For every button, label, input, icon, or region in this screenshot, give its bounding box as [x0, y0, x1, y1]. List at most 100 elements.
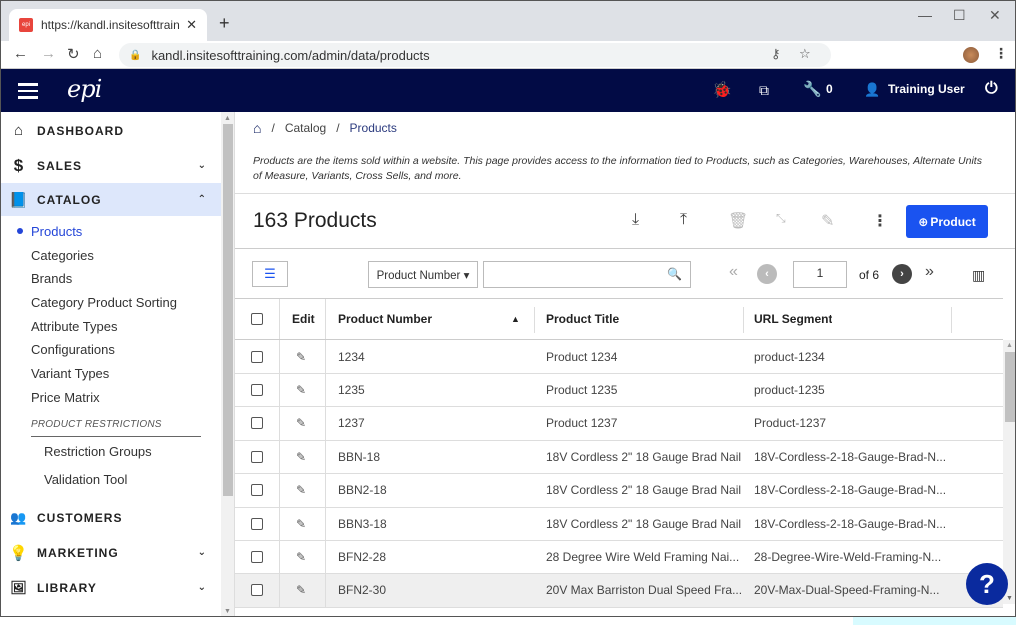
scrollbar-thumb[interactable] [223, 124, 233, 496]
sidebar-item-marketing[interactable]: 💡 MARKETING ⌄ [1, 536, 221, 569]
forward-icon[interactable]: → [41, 45, 56, 62]
sidebar-subitem-brands[interactable]: Brands [31, 271, 72, 286]
sidebar-subitem-configurations[interactable]: Configurations [31, 342, 115, 357]
scroll-up-icon[interactable]: ▲ [1006, 342, 1013, 349]
row-checkbox[interactable] [251, 417, 263, 430]
edit-pencil-icon[interactable]: ✎ [296, 583, 306, 597]
scroll-down-icon[interactable]: ▼ [1006, 595, 1013, 602]
sidebar-subitem-validation-tool[interactable]: Validation Tool [44, 472, 127, 487]
row-checkbox[interactable] [251, 517, 263, 530]
user-name[interactable]: Training User [888, 82, 965, 96]
edit-pencil-icon[interactable]: ✎ [296, 350, 306, 364]
sidebar-item-customers[interactable]: 👥 CUSTOMERS [1, 501, 221, 534]
prev-page-icon[interactable]: ‹ [757, 264, 777, 284]
sidebar-item-sales[interactable]: $ SALES ⌄ [1, 149, 221, 182]
table-scrollbar[interactable]: ▲ ▼ [1003, 340, 1015, 604]
sidebar-item-dashboard[interactable]: ⌂ DASHBOARD [1, 114, 221, 147]
table-row[interactable]: ✎ BFN2-30 20V Max Barriston Dual Speed Fra… [235, 573, 1003, 608]
row-checkbox[interactable] [251, 383, 263, 396]
next-page-icon[interactable]: › [892, 264, 912, 284]
power-icon[interactable]: ⏻ [985, 80, 998, 98]
row-checkbox[interactable] [251, 450, 263, 463]
sidebar-subitem-restriction-groups[interactable]: Restriction Groups [44, 444, 152, 459]
home-icon[interactable]: ⌂ [93, 45, 102, 62]
group-divider [31, 436, 201, 437]
sidebar-subitem-category-product-sorting[interactable]: Category Product Sorting [31, 295, 177, 310]
sidebar-item-catalog[interactable]: 📘 CATALOG ⌃ [1, 183, 221, 216]
edit-pencil-icon[interactable]: ✎ [296, 483, 306, 497]
select-all-checkbox[interactable] [251, 313, 263, 325]
row-checkbox[interactable] [251, 550, 263, 563]
reload-icon[interactable]: ↻ [67, 45, 80, 63]
hamburger-menu-icon[interactable] [18, 83, 38, 99]
search-icon[interactable]: 🔍 [667, 267, 682, 281]
profile-avatar[interactable] [963, 47, 979, 63]
last-page-icon[interactable]: » [925, 263, 934, 281]
add-product-button[interactable]: ⊕ Product [906, 205, 988, 238]
wrench-icon[interactable]: 🔧 [803, 80, 822, 98]
download-icon[interactable]: ⤓ [632, 211, 639, 229]
table-row[interactable]: ✎ BBN3-18 18V Cordless 2" 18 Gauge Brad Na… [235, 507, 1003, 541]
browser-menu-icon[interactable]: ⋮ [994, 45, 1008, 62]
breadcrumb-catalog[interactable]: Catalog [285, 121, 326, 135]
help-button[interactable]: ? [966, 563, 1008, 605]
sidebar-item-library[interactable]: 🖼 LIBRARY ⌄ [1, 571, 221, 604]
sidebar-scrollbar[interactable]: ▲ ▼ [221, 112, 235, 616]
cell-url-segment: 28-Degree-Wire-Weld-Framing-N... [754, 549, 942, 564]
table-row[interactable]: ✎ BBN2-18 18V Cordless 2" 18 Gauge Brad Na… [235, 473, 1003, 508]
table-row[interactable]: ✎ 1237 Product 1237 Product-1237 [235, 406, 1003, 441]
header-url-segment[interactable]: URL Segment [754, 299, 832, 339]
edit-pencil-icon[interactable]: ✎ [296, 450, 306, 464]
table-row[interactable]: ✎ BFN2-28 28 Degree Wire Weld Framing Nai.… [235, 540, 1003, 575]
header-product-number[interactable]: Product Number [338, 299, 432, 339]
table-row[interactable]: ✎ 1234 Product 1234 product-1234 [235, 340, 1003, 374]
filter-icon: ☰ [264, 266, 276, 281]
back-icon[interactable]: ← [13, 45, 28, 62]
edit-icon[interactable]: ✎ [821, 211, 834, 231]
row-checkbox[interactable] [251, 584, 263, 597]
scroll-up-icon[interactable]: ▲ [224, 115, 231, 122]
columns-icon[interactable]: ▥ [972, 267, 985, 284]
cell-product-title: 18V Cordless 2" 18 Gauge Brad Nail... [546, 449, 741, 464]
edit-pencil-icon[interactable]: ✎ [296, 517, 306, 531]
divider [235, 193, 1015, 194]
key-icon[interactable]: ⚷ [771, 46, 781, 62]
search-field-select[interactable]: Product Number ▾ [368, 261, 478, 288]
sort-asc-icon[interactable]: ▲ [511, 299, 520, 339]
browser-tab[interactable]: epi https://kandl.insitesofttraining.com… [9, 9, 207, 41]
maximize-icon[interactable]: ☐ [953, 7, 966, 24]
row-checkbox[interactable] [251, 484, 263, 497]
scrollbar-thumb[interactable] [1005, 352, 1015, 422]
bug-icon[interactable]: 🐞 [712, 80, 732, 100]
edit-pencil-icon[interactable]: ✎ [296, 550, 306, 564]
page-number-input[interactable]: 1 [793, 261, 847, 288]
row-checkbox[interactable] [251, 350, 263, 363]
open-external-icon[interactable]: ⧉ [759, 82, 769, 99]
sidebar-subitem-attribute-types[interactable]: Attribute Types [31, 319, 117, 334]
url-text: kandl.insitesofttraining.com/admin/data/… [151, 47, 430, 63]
header-product-title[interactable]: Product Title [546, 299, 619, 339]
table-row[interactable]: ✎ 1235 Product 1235 product-1235 [235, 373, 1003, 408]
sidebar-subitem-price-matrix[interactable]: Price Matrix [31, 390, 100, 405]
close-window-icon[interactable]: ✕ [989, 7, 1001, 24]
minimize-icon[interactable]: — [918, 7, 932, 23]
filter-button[interactable]: ☰ [252, 261, 288, 287]
sidebar-subitem-products[interactable]: Products [31, 224, 82, 239]
upload-icon[interactable]: ⤒ [680, 211, 687, 229]
home-icon[interactable]: ⌂ [253, 120, 261, 136]
edit-pencil-icon[interactable]: ✎ [296, 383, 306, 397]
first-page-icon[interactable]: « [729, 263, 738, 281]
sidebar-subitem-variant-types[interactable]: Variant Types [31, 366, 109, 381]
edit-pencil-icon[interactable]: ✎ [296, 416, 306, 430]
new-tab-icon[interactable]: + [219, 13, 230, 34]
table-row[interactable]: ✎ BBN-18 18V Cordless 2" 18 Gauge Brad Nai… [235, 440, 1003, 475]
url-field[interactable]: 🔒 kandl.insitesofttraining.com/admin/dat… [119, 43, 831, 67]
search-input[interactable]: 🔍 [483, 261, 691, 288]
collapse-icon[interactable]: ⤡ [776, 211, 786, 226]
sidebar-subitem-categories[interactable]: Categories [31, 248, 94, 263]
more-options-icon[interactable]: ⋮ [872, 211, 888, 231]
delete-icon[interactable]: 🗑 [728, 211, 748, 231]
scroll-down-icon[interactable]: ▼ [224, 608, 231, 615]
close-tab-icon[interactable]: ✕ [186, 17, 197, 33]
star-icon[interactable]: ☆ [799, 46, 811, 62]
